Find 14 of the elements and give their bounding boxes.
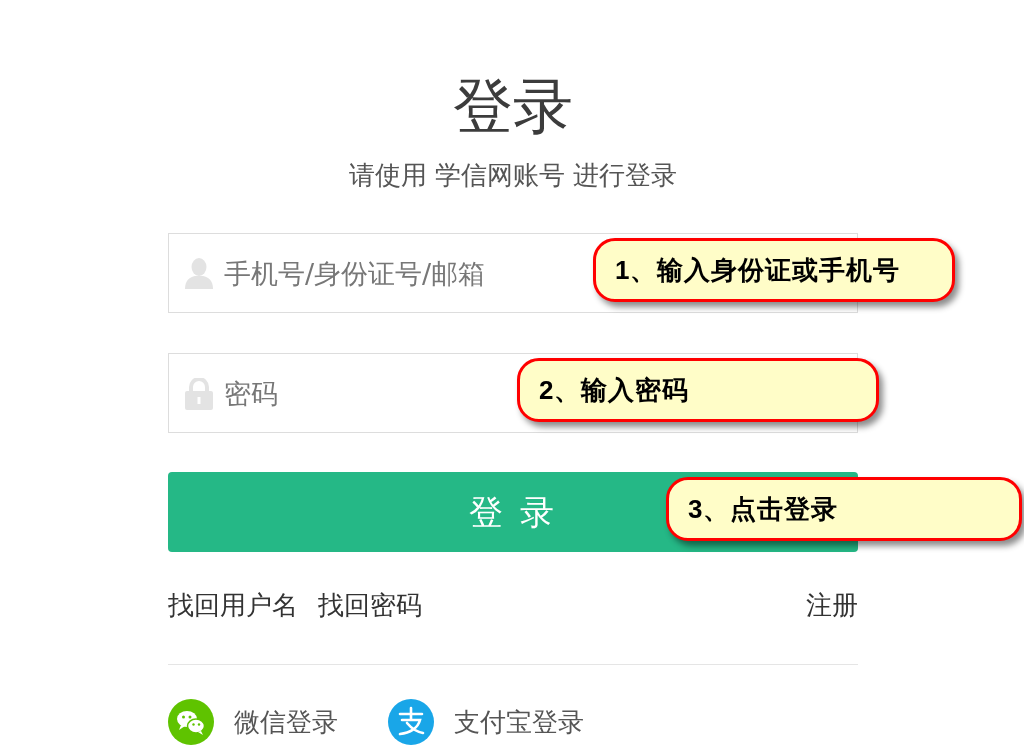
page-title: 登录 bbox=[453, 76, 573, 136]
person-icon bbox=[185, 258, 213, 289]
recover-link[interactable]: 找回用户名 bbox=[168, 592, 298, 618]
chat-bubbles-icon bbox=[168, 699, 214, 745]
step-tooltip: 1、输入身份证或手机号 bbox=[593, 238, 955, 302]
social-login-link[interactable]: 微信登录 bbox=[234, 709, 338, 735]
step-tooltip: 2、输入密码 bbox=[517, 358, 879, 422]
lock-icon bbox=[185, 378, 213, 410]
recover-link[interactable]: 找回密码 bbox=[318, 592, 422, 618]
page-subtitle: 请使用 学信网账号 进行登录 bbox=[348, 162, 678, 188]
social-login-link[interactable]: 支付宝登录 bbox=[454, 709, 584, 735]
step-tooltip: 3、点击登录 bbox=[666, 477, 1022, 541]
register-link[interactable]: 注册 bbox=[806, 592, 858, 618]
payment-logo-icon bbox=[388, 699, 434, 745]
